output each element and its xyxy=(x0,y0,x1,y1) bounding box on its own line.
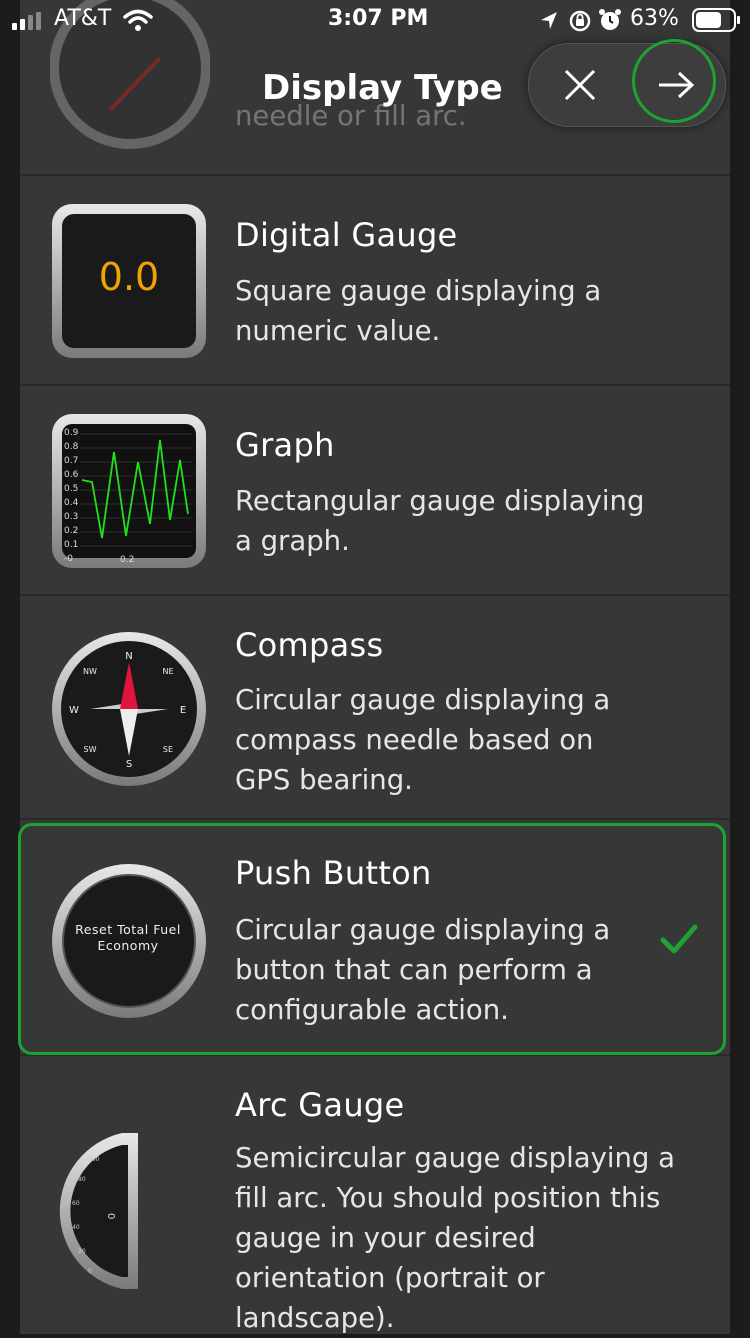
item-description: Rectangular gauge displaying a graph. xyxy=(235,485,645,557)
graph-tick: 0.5 xyxy=(64,484,78,494)
rotation-lock-icon xyxy=(569,10,591,32)
compass-dir: NW xyxy=(83,667,97,676)
status-bar: AT&T 3:07 PM 63% xyxy=(0,0,750,40)
battery-percent: 63% xyxy=(630,6,679,31)
header: needle or fill arc. Display Type xyxy=(20,0,730,175)
graph-tick: 0.3 xyxy=(64,512,78,522)
close-icon xyxy=(564,69,596,101)
alarm-icon xyxy=(599,9,621,30)
compass-dir: SW xyxy=(84,745,97,754)
list-item-compass[interactable]: N S E W NE NW SE SW Compass Circular gau… xyxy=(20,596,730,820)
arc-tick: 80 xyxy=(78,1176,86,1183)
carrier-label: AT&T xyxy=(54,6,112,31)
signal-icon xyxy=(12,12,41,30)
arc-value: 0 xyxy=(105,1213,116,1219)
wifi-icon xyxy=(123,9,153,31)
graph-tick: 0.9 xyxy=(64,428,79,438)
item-title: Arc Gauge xyxy=(235,1086,405,1124)
arc-tick: 0 xyxy=(88,1268,92,1275)
next-button-highlight xyxy=(632,39,716,123)
graph-tick: 0.6 xyxy=(64,470,79,480)
close-button[interactable] xyxy=(539,44,621,126)
graph-icon: 0.9 0.8 0.7 0.6 0.5 0.4 0.3 0.2 0.1 -0 0… xyxy=(52,414,206,568)
compass-dir: SE xyxy=(163,745,173,754)
arc-tick: 60 xyxy=(72,1200,80,1207)
item-description: Square gauge displaying a numeric value. xyxy=(235,275,602,347)
clock: 3:07 PM xyxy=(328,6,429,31)
arc-tick: 20 xyxy=(78,1248,86,1255)
graph-tick: 0.2 xyxy=(64,526,78,536)
compass-dir: E xyxy=(180,705,186,716)
list-item-graph[interactable]: 0.9 0.8 0.7 0.6 0.5 0.4 0.3 0.2 0.1 -0 0… xyxy=(20,386,730,596)
list-item-arc-gauge[interactable]: 100 80 60 40 20 0 0 Arc Gauge Semicircul… xyxy=(20,1056,730,1334)
location-icon xyxy=(541,12,557,29)
item-title: Compass xyxy=(235,626,384,664)
arc-tick: 40 xyxy=(72,1224,80,1231)
arc-gauge-icon: 100 80 60 40 20 0 0 xyxy=(59,1133,138,1289)
digital-gauge-icon: 0.0 xyxy=(52,204,206,358)
arc-tick: 100 xyxy=(88,1156,100,1163)
selection-highlight xyxy=(18,823,726,1055)
graph-tick: 0.4 xyxy=(64,498,79,508)
graph-xlabel: 0.2 xyxy=(120,555,134,565)
compass-dir: S xyxy=(126,759,132,770)
item-description: Circular gauge displaying a compass need… xyxy=(235,684,611,796)
list-item-digital-gauge[interactable]: 0.0 Digital Gauge Square gauge displayin… xyxy=(20,176,730,386)
compass-dir: NE xyxy=(162,667,173,676)
item-description: Semicircular gauge displaying a fill arc… xyxy=(235,1142,675,1334)
page-title: Display Type xyxy=(262,68,503,108)
compass-dir: W xyxy=(69,705,79,716)
graph-tick: -0 xyxy=(64,554,73,564)
graph-tick: 0.7 xyxy=(64,456,78,466)
compass-dir: N xyxy=(125,651,132,662)
digital-value: 0.0 xyxy=(99,255,159,299)
graph-tick: 0.1 xyxy=(64,540,78,550)
battery-icon xyxy=(692,8,740,32)
item-title: Graph xyxy=(235,426,335,464)
compass-icon: N S E W NE NW SE SW xyxy=(52,632,206,786)
graph-tick: 0.8 xyxy=(64,442,79,452)
item-title: Digital Gauge xyxy=(235,216,458,254)
